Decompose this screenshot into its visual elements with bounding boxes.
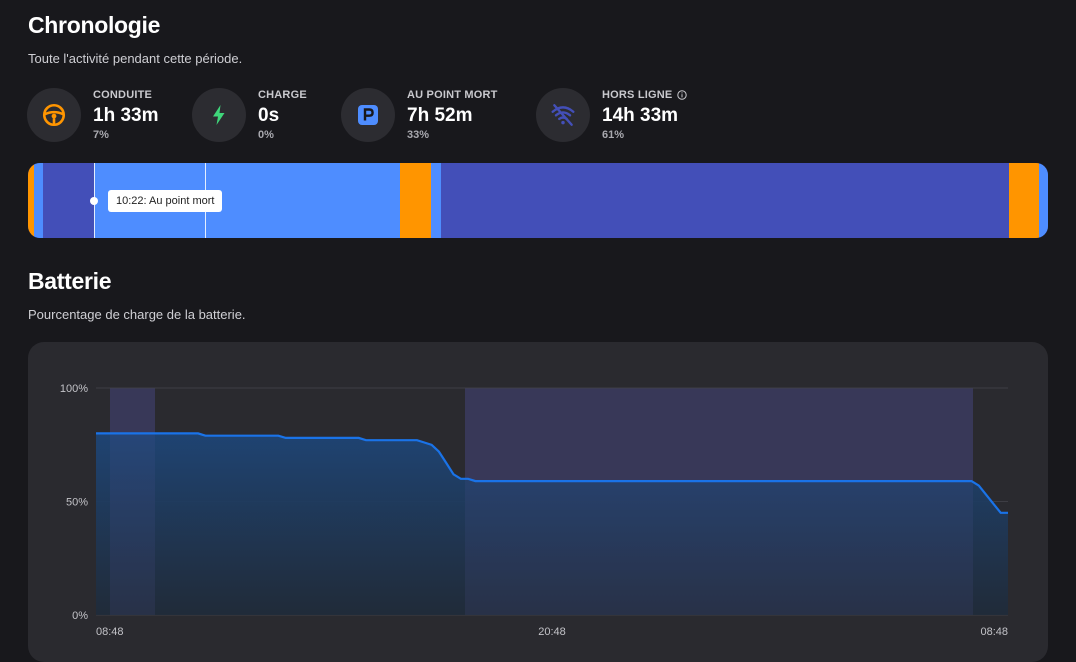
y-tick-label: 0% xyxy=(72,610,88,622)
chronologie-subtitle: Toute l'activité pendant cette période. xyxy=(28,51,243,66)
x-tick-label: 08:48 xyxy=(980,626,1008,638)
timeline-segment-conduite[interactable] xyxy=(1009,163,1039,238)
stat-hors-ligne-percent: 61% xyxy=(602,129,625,141)
stat-hors-ligne-label: HORS LIGNE xyxy=(602,89,673,101)
x-tick-label: 20:48 xyxy=(538,626,566,638)
stat-conduite-icon-circle xyxy=(27,88,81,142)
battery-chart-card: 0% 50% 100% 08:48 20:48 08:48 xyxy=(28,342,1048,662)
stat-hors-ligne-label-row: HORS LIGNE xyxy=(602,88,688,102)
chronologie-title: Chronologie xyxy=(28,12,161,38)
stat-conduite: CONDUITE 1h 33m 7% xyxy=(27,88,158,144)
y-tick-label: 50% xyxy=(66,497,88,509)
stat-charge-label: CHARGE xyxy=(258,89,307,101)
batterie-title: Batterie xyxy=(28,268,112,294)
stat-hors-ligne-value: 14h 33m xyxy=(602,105,679,126)
stat-hors-ligne: HORS LIGNE 14h 33m 61% xyxy=(536,88,688,144)
parking-icon xyxy=(358,105,378,125)
stat-charge-icon-circle xyxy=(192,88,246,142)
stat-point-mort-value: 7h 52m xyxy=(407,105,473,126)
stat-point-mort: AU POINT MORT 7h 52m 33% xyxy=(341,88,498,144)
offline-band-overlay xyxy=(465,388,973,615)
timeline-cursor-dot[interactable] xyxy=(90,197,98,205)
stat-charge: CHARGE 0s 0% xyxy=(192,88,307,144)
stat-charge-percent: 0% xyxy=(258,129,274,141)
stat-conduite-label: CONDUITE xyxy=(93,89,153,101)
y-tick-label: 100% xyxy=(60,383,88,395)
offline-band-overlay xyxy=(110,388,155,615)
timeline-tooltip: 10:22: Au point mort xyxy=(108,190,223,212)
stat-charge-value: 0s xyxy=(258,105,280,126)
stat-point-mort-label: AU POINT MORT xyxy=(407,89,498,101)
stat-point-mort-icon-circle xyxy=(341,88,395,142)
wifi-off-icon xyxy=(551,104,575,126)
x-tick-label: 08:48 xyxy=(96,626,124,638)
steering-wheel-icon xyxy=(42,103,66,127)
stat-hors-ligne-icon-circle xyxy=(536,88,590,142)
info-icon[interactable] xyxy=(677,90,688,100)
stat-point-mort-percent: 33% xyxy=(407,129,430,141)
timeline-segment-point-mort[interactable] xyxy=(431,163,441,238)
timeline-segment-hors-ligne[interactable] xyxy=(441,163,1009,238)
timeline-segment-conduite[interactable] xyxy=(400,163,431,238)
stat-conduite-percent: 7% xyxy=(93,129,109,141)
batterie-subtitle: Pourcentage de charge de la batterie. xyxy=(28,307,246,322)
lightning-bolt-icon xyxy=(213,105,225,125)
timeline-segment-point-mort[interactable] xyxy=(1039,163,1048,238)
stat-conduite-value: 1h 33m xyxy=(93,105,159,126)
timeline-segment-point-mort[interactable] xyxy=(34,163,43,238)
battery-chart[interactable]: 0% 50% 100% 08:48 20:48 08:48 xyxy=(28,342,1048,646)
timeline-segment-hors-ligne[interactable] xyxy=(43,163,94,238)
